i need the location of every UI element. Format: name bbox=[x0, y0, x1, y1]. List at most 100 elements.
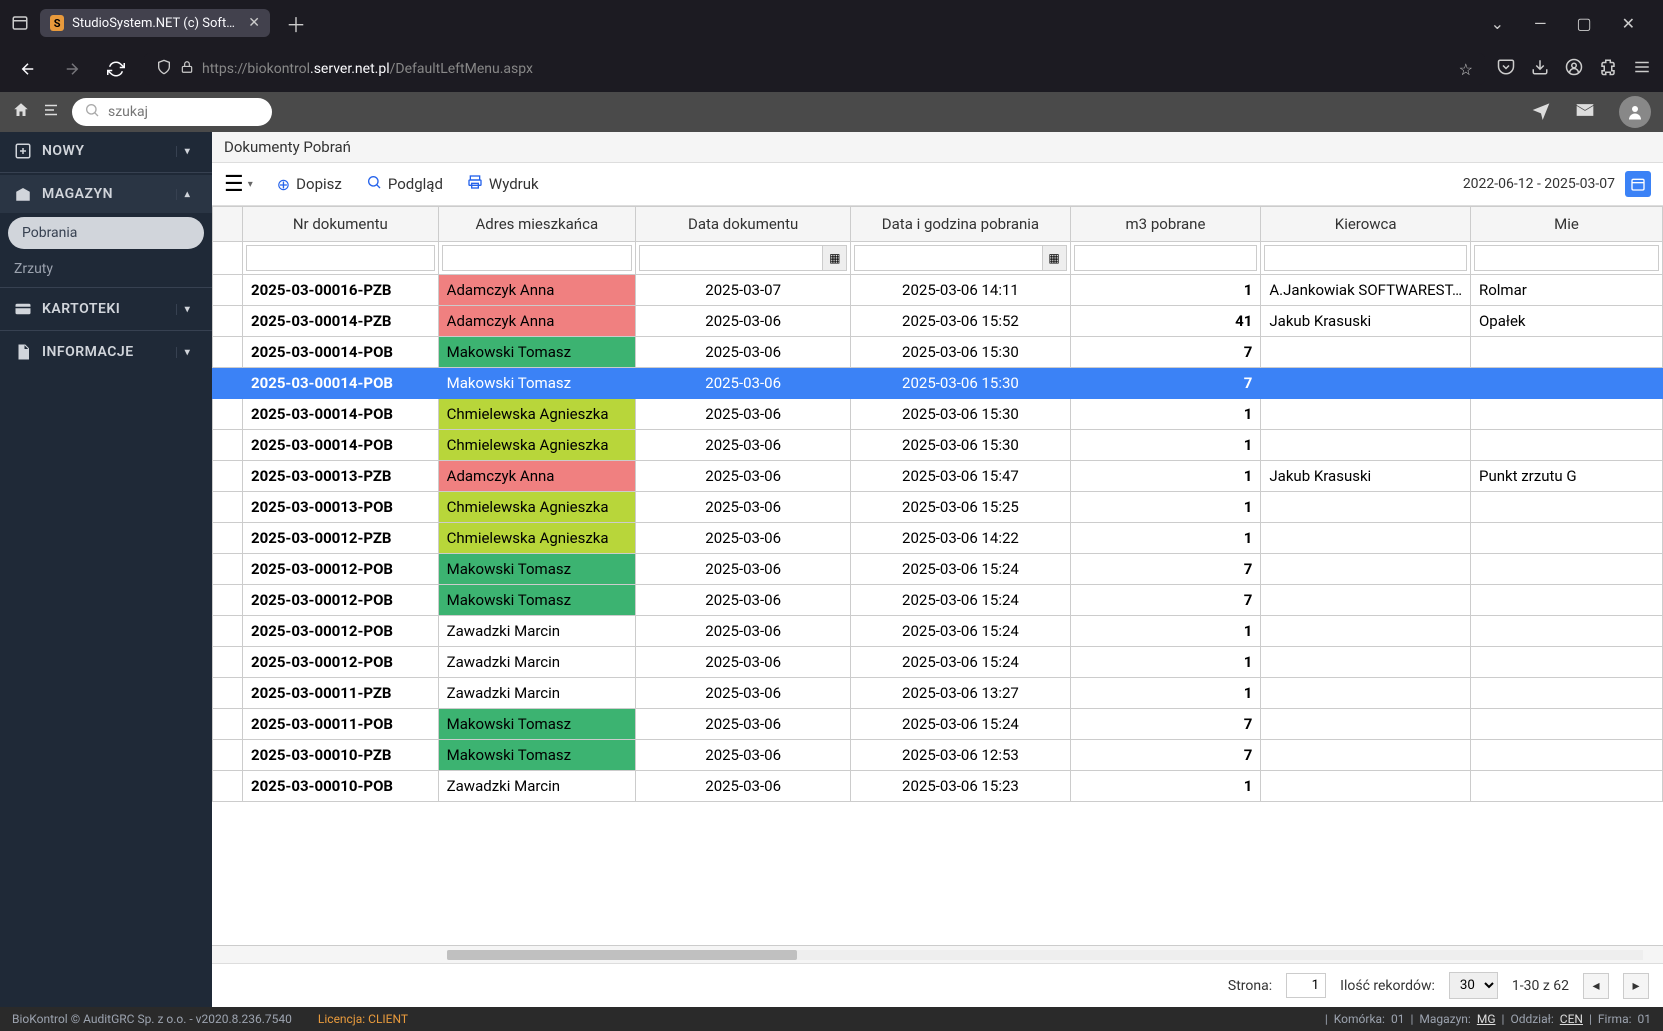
col-mie[interactable]: Mie bbox=[1470, 207, 1662, 242]
magazyn-value[interactable]: MG bbox=[1477, 1012, 1496, 1026]
new-tab-button[interactable]: ＋ bbox=[278, 5, 314, 42]
cell-loc bbox=[1470, 368, 1662, 399]
collapse-menu-icon[interactable] bbox=[42, 101, 60, 124]
bookmark-star-icon[interactable]: ☆ bbox=[1459, 60, 1473, 79]
col-nrdokumentu[interactable]: Nr dokumentu bbox=[243, 207, 439, 242]
col-dataigodzina[interactable]: Data i godzina pobrania bbox=[851, 207, 1070, 242]
magnifier-icon bbox=[366, 174, 382, 194]
minimize-icon[interactable]: — bbox=[1534, 14, 1547, 33]
sidebar-sub-pobrania[interactable]: Pobrania bbox=[8, 217, 204, 249]
table-row[interactable]: 2025-03-00011-PZBZawadzki Marcin2025-03-… bbox=[213, 678, 1663, 709]
sidebar-item-nowy[interactable]: NOWY ▾ bbox=[0, 132, 212, 170]
sidebar-toggle-icon[interactable] bbox=[8, 11, 32, 35]
filter-row: ▦ ▦ bbox=[213, 242, 1663, 275]
search-input[interactable] bbox=[108, 104, 260, 120]
calendar-icon[interactable]: ▦ bbox=[1043, 245, 1067, 271]
col-m3[interactable]: m3 pobrane bbox=[1070, 207, 1261, 242]
sidebar-sub-zrzuty[interactable]: Zrzuty bbox=[0, 253, 212, 285]
table-row[interactable]: 2025-03-00014-POBMakowski Tomasz2025-03-… bbox=[213, 337, 1663, 368]
maximize-icon[interactable]: ▢ bbox=[1576, 14, 1591, 33]
plane-icon[interactable] bbox=[1531, 100, 1551, 125]
chevron-down-icon[interactable]: ▾ bbox=[176, 304, 198, 315]
cell-datetime: 2025-03-06 13:27 bbox=[851, 678, 1070, 709]
cell-driver bbox=[1261, 709, 1471, 740]
table-row[interactable]: 2025-03-00012-POBMakowski Tomasz2025-03-… bbox=[213, 554, 1663, 585]
cell-addr: Adamczyk Anna bbox=[438, 275, 635, 306]
table-row[interactable]: 2025-03-00013-POBChmielewska Agnieszka20… bbox=[213, 492, 1663, 523]
scrollbar-thumb[interactable] bbox=[447, 950, 797, 960]
user-avatar[interactable] bbox=[1619, 96, 1651, 128]
cell-driver bbox=[1261, 368, 1471, 399]
filter-datagodzina[interactable] bbox=[854, 245, 1042, 271]
calendar-button[interactable] bbox=[1625, 171, 1651, 197]
url-bar[interactable]: https://biokontrol.server.net.pl/Default… bbox=[144, 53, 1485, 85]
sidebar-item-magazyn[interactable]: MAGAZYN ▴ bbox=[0, 175, 212, 213]
close-window-icon[interactable]: ✕ bbox=[1622, 14, 1635, 33]
table-row[interactable]: 2025-03-00016-PZBAdamczyk Anna2025-03-07… bbox=[213, 275, 1663, 306]
col-kierowca[interactable]: Kierowca bbox=[1261, 207, 1471, 242]
table-row[interactable]: 2025-03-00012-PZBChmielewska Agnieszka20… bbox=[213, 523, 1663, 554]
chevron-down-icon[interactable]: ⌄ bbox=[1491, 14, 1504, 33]
prev-page-button[interactable]: ◂ bbox=[1583, 973, 1609, 999]
table-row[interactable]: 2025-03-00014-PZBAdamczyk Anna2025-03-06… bbox=[213, 306, 1663, 337]
extensions-icon[interactable] bbox=[1599, 58, 1617, 80]
pocket-icon[interactable] bbox=[1497, 58, 1515, 80]
cell-datetime: 2025-03-06 14:11 bbox=[851, 275, 1070, 306]
table-row[interactable]: 2025-03-00014-POBChmielewska Agnieszka20… bbox=[213, 430, 1663, 461]
back-button[interactable] bbox=[12, 53, 44, 85]
table-row[interactable]: 2025-03-00012-POBZawadzki Marcin2025-03-… bbox=[213, 616, 1663, 647]
download-icon[interactable] bbox=[1531, 58, 1549, 80]
filter-data[interactable] bbox=[639, 245, 823, 271]
chevron-up-icon[interactable]: ▴ bbox=[176, 189, 198, 200]
horizontal-scrollbar[interactable] bbox=[212, 945, 1663, 963]
reload-button[interactable] bbox=[100, 53, 132, 85]
sidebar-item-informacje[interactable]: INFORMACJE ▾ bbox=[0, 333, 212, 371]
filter-nrdokumentu[interactable] bbox=[246, 245, 435, 271]
wydruk-button[interactable]: Wydruk bbox=[467, 174, 539, 194]
sidebar-item-kartoteki[interactable]: KARTOTEKI ▾ bbox=[0, 290, 212, 328]
cell-addr: Makowski Tomasz bbox=[438, 554, 635, 585]
table-row[interactable]: 2025-03-00013-PZBAdamczyk Anna2025-03-06… bbox=[213, 461, 1663, 492]
oddzial-value[interactable]: CEN bbox=[1560, 1012, 1583, 1026]
url-text: https://biokontrol.server.net.pl/Default… bbox=[202, 61, 533, 77]
cell-datetime: 2025-03-06 14:22 bbox=[851, 523, 1070, 554]
next-page-button[interactable]: ▸ bbox=[1623, 973, 1649, 999]
cell-datetime: 2025-03-06 12:53 bbox=[851, 740, 1070, 771]
page-input[interactable] bbox=[1286, 973, 1326, 998]
filter-adres[interactable] bbox=[442, 245, 632, 271]
filter-m3[interactable] bbox=[1074, 245, 1258, 271]
home-icon[interactable] bbox=[12, 101, 30, 124]
col-data[interactable]: Data dokumentu bbox=[635, 207, 850, 242]
table-row[interactable]: 2025-03-00010-POBZawadzki Marcin2025-03-… bbox=[213, 771, 1663, 802]
podglad-button[interactable]: Podgląd bbox=[366, 174, 443, 194]
page-size-select[interactable]: 30 bbox=[1449, 972, 1498, 999]
mail-icon[interactable] bbox=[1575, 100, 1595, 125]
cell-addr: Chmielewska Agnieszka bbox=[438, 430, 635, 461]
chevron-down-icon[interactable]: ▾ bbox=[176, 347, 198, 358]
dopisz-button[interactable]: ⊕Dopisz bbox=[277, 175, 342, 194]
table-container[interactable]: Nr dokumentu Adres mieszkańca Data dokum… bbox=[212, 206, 1663, 945]
filter-mie[interactable] bbox=[1474, 245, 1659, 271]
table-row[interactable]: 2025-03-00012-POBZawadzki Marcin2025-03-… bbox=[213, 647, 1663, 678]
table-row[interactable]: 2025-03-00011-POBMakowski Tomasz2025-03-… bbox=[213, 709, 1663, 740]
col-adres[interactable]: Adres mieszkańca bbox=[438, 207, 635, 242]
plus-circle-icon: ⊕ bbox=[277, 175, 290, 194]
filter-kierowca[interactable] bbox=[1264, 245, 1467, 271]
table-row[interactable]: 2025-03-00014-POBMakowski Tomasz2025-03-… bbox=[213, 368, 1663, 399]
table-row[interactable]: 2025-03-00014-POBChmielewska Agnieszka20… bbox=[213, 399, 1663, 430]
cell-driver: A.Jankowiak SOFTWAREST… bbox=[1261, 275, 1471, 306]
grid-menu-button[interactable]: ☰▾ bbox=[224, 172, 253, 197]
forward-button[interactable] bbox=[56, 53, 88, 85]
account-icon[interactable] bbox=[1565, 58, 1583, 80]
chevron-down-icon[interactable]: ▾ bbox=[176, 146, 198, 157]
calendar-icon[interactable]: ▦ bbox=[823, 245, 847, 271]
close-tab-icon[interactable]: ✕ bbox=[248, 15, 260, 31]
footer-license: Licencja: CLIENT bbox=[318, 1012, 408, 1026]
search-box[interactable] bbox=[72, 98, 272, 126]
browser-tab[interactable]: S StudioSystem.NET (c) SoftwareS ✕ bbox=[40, 9, 270, 37]
menu-icon[interactable] bbox=[1633, 58, 1651, 80]
cell-loc bbox=[1470, 399, 1662, 430]
table-row[interactable]: 2025-03-00010-PZBMakowski Tomasz2025-03-… bbox=[213, 740, 1663, 771]
cell-datetime: 2025-03-06 15:30 bbox=[851, 368, 1070, 399]
table-row[interactable]: 2025-03-00012-POBMakowski Tomasz2025-03-… bbox=[213, 585, 1663, 616]
